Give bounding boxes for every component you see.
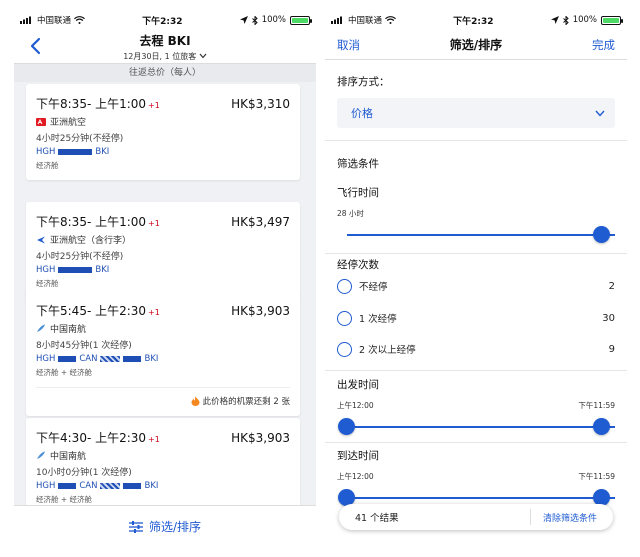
stops-label: 经停次数: [337, 259, 379, 271]
battery-icon: [601, 15, 623, 25]
section-header: 往返总价（每人）: [14, 64, 316, 82]
next-day-badge: +1: [148, 435, 160, 444]
departure-label: 出发时间: [337, 379, 379, 391]
departure-slider[interactable]: [347, 426, 615, 428]
route: HGH CAN BKI: [36, 481, 159, 491]
departure-max-handle[interactable]: [593, 418, 610, 435]
chevron-down-icon: [199, 53, 207, 58]
filter-sort-label: 筛选/排序: [148, 520, 202, 534]
clear-filters-button[interactable]: 清除筛选条件: [531, 511, 613, 524]
results-count: 41 个结果: [355, 513, 399, 524]
cabin-class: 经济舱 + 经济舱: [36, 368, 93, 377]
chevron-down-icon: [595, 110, 605, 117]
flight-price: HK$3,310: [231, 97, 290, 111]
flight-time: 下午4:30- 上午2:30: [36, 431, 147, 445]
flight-time: 下午8:35- 上午1:00: [36, 97, 147, 111]
sort-label: 排序方式：: [337, 76, 390, 88]
arrival-range: 上午12:00 下午11:59: [337, 472, 615, 481]
wifi-icon: [74, 16, 85, 24]
flight-time-slider[interactable]: [347, 234, 615, 236]
location-arrow-icon: [550, 16, 559, 24]
filters-title: 筛选条件: [337, 158, 379, 170]
stops-option-nonstop[interactable]: 不经停 2: [337, 276, 615, 296]
signal-icon: [20, 16, 31, 24]
radio-icon: [337, 310, 352, 326]
flight-price: HK$3,903: [231, 431, 290, 445]
route: HGH BKI: [36, 265, 110, 275]
departure-range: 上午12:00 下午11:59: [337, 401, 615, 410]
radio-icon: [337, 341, 352, 357]
stops-option-one-stop[interactable]: 1 次经停 30: [337, 308, 615, 328]
flight-card[interactable]: 下午8:35- 上午1:00 +1 HK$3,310 亚洲航空 4小时25分钟(不…: [26, 84, 300, 180]
cabin-class: 经济舱: [36, 279, 59, 288]
radio-icon: [337, 278, 352, 294]
next-day-badge: +1: [148, 219, 160, 228]
stops-option-two-plus[interactable]: 2 次以上经停 9: [337, 339, 615, 359]
flight-duration: 8小时45分钟(1 次经停): [36, 341, 132, 351]
nav-title-block[interactable]: 去程 BKI 12月30日, 1 位旅客: [14, 32, 316, 62]
flight-card[interactable]: 下午4:30- 上午2:30 +1 HK$3,903 中国南航 10小时0分钟(1…: [26, 418, 300, 514]
flight-time: 下午5:45- 上午2:30: [36, 304, 147, 318]
china-southern-logo-icon: [37, 324, 45, 332]
page-title: 筛选/排序: [449, 38, 503, 52]
clock: 下午2:32: [453, 16, 494, 27]
airline-name: 中国南航: [50, 452, 87, 462]
back-chevron-icon[interactable]: [26, 36, 46, 56]
airline-name: 亚洲航空: [50, 118, 87, 128]
flame-icon: [191, 396, 200, 406]
china-southern-logo-icon: [37, 451, 45, 459]
nav-bar: 去程 BKI 12月30日, 1 位旅客: [14, 30, 316, 64]
route: HGH BKI: [36, 147, 110, 157]
carrier-name: 中国联通: [348, 16, 383, 26]
signal-icon: [331, 16, 342, 24]
nav-bar: 取消 筛选/排序 完成: [325, 30, 627, 60]
arrival-slider[interactable]: [347, 497, 615, 499]
airasia-logo-icon: [36, 117, 46, 126]
page-title: 去程 BKI: [139, 33, 191, 48]
flight-duration: 10小时0分钟(1 次经停): [36, 468, 132, 478]
departure-min-handle[interactable]: [338, 418, 355, 435]
filter-sliders-icon: [128, 520, 143, 533]
next-day-badge: +1: [148, 308, 160, 317]
filter-sort-button[interactable]: 筛选/排序: [14, 505, 316, 547]
sort-value: 价格: [351, 107, 373, 120]
battery-icon: [290, 15, 312, 25]
cabin-class: 经济舱: [36, 161, 59, 170]
filter-sort-screen: 中国联通 下午2:32 100% 取消 筛选/排序 完成 排序方式： 价格 筛选…: [325, 10, 627, 547]
carrier-name: 中国联通: [37, 16, 72, 26]
arrival-label: 到达时间: [337, 450, 379, 462]
flight-price: HK$3,497: [231, 215, 290, 229]
battery-percent: 100%: [572, 15, 597, 25]
flight-time-label: 飞行时间: [337, 187, 379, 199]
battery-percent: 100%: [261, 15, 286, 25]
flight-card[interactable]: 下午8:35- 上午1:00 +1 HK$3,497 亚洲航空（含行李） 4小时2…: [26, 202, 300, 298]
flight-time-value: 28 小时: [337, 209, 364, 218]
seats-left-notice: 此价格的机票还剩 2 张: [36, 387, 290, 407]
trip-subtitle: 12月30日, 1 位旅客: [14, 51, 316, 62]
flight-price: HK$3,903: [231, 304, 290, 318]
wifi-icon: [385, 16, 396, 24]
plane-icon: [37, 236, 45, 243]
sort-select[interactable]: 价格: [337, 98, 615, 128]
done-button[interactable]: 完成: [592, 37, 615, 53]
flight-time-handle[interactable]: [593, 226, 610, 243]
route: HGH CAN BKI: [36, 354, 159, 364]
bluetooth-icon: [251, 15, 258, 25]
flight-time: 下午8:35- 上午1:00: [36, 215, 147, 229]
flight-duration: 4小时25分钟(不经停): [36, 134, 124, 144]
bluetooth-icon: [562, 15, 569, 25]
results-bar: 41 个结果 清除筛选条件: [339, 504, 613, 530]
flight-duration: 4小时25分钟(不经停): [36, 252, 124, 262]
clock: 下午2:32: [142, 16, 183, 27]
status-bar: 中国联通 下午2:32 100%: [14, 10, 316, 30]
cabin-class: 经济舱 + 经济舱: [36, 495, 93, 504]
airline-name: 亚洲航空（含行李）: [50, 236, 132, 246]
cancel-button[interactable]: 取消: [337, 37, 360, 53]
next-day-badge: +1: [148, 101, 160, 110]
flight-list-screen: 中国联通 下午2:32 100% 去程 BKI 12月30日, 1 位旅客 往返…: [14, 10, 316, 547]
flight-card[interactable]: 下午5:45- 上午2:30 +1 HK$3,903 中国南航 8小时45分钟(1…: [26, 291, 300, 416]
airline-name: 中国南航: [50, 325, 87, 335]
status-bar: 中国联通 下午2:32 100%: [325, 10, 627, 30]
location-arrow-icon: [239, 16, 248, 24]
